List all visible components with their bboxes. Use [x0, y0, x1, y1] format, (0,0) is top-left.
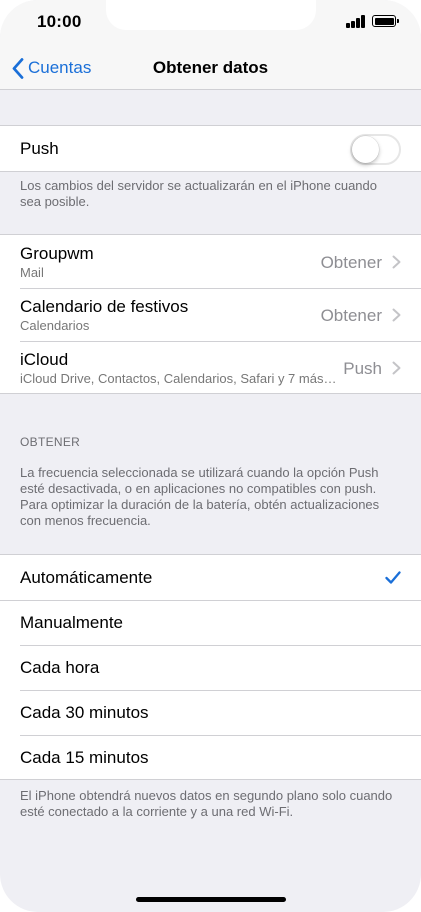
- push-group: Push: [0, 125, 421, 172]
- toggle-knob: [352, 136, 379, 163]
- status-time: 10:00: [37, 12, 82, 31]
- account-row-icloud[interactable]: iCloud iCloud Drive, Contactos, Calendar…: [0, 341, 421, 393]
- home-indicator[interactable]: [136, 897, 286, 902]
- accounts-group: Groupwm Mail Obtener Calendario de festi…: [0, 234, 421, 394]
- fetch-option-cada-hora[interactable]: Cada hora: [0, 645, 421, 690]
- fetch-section-description: La frecuencia seleccionada se utilizará …: [20, 465, 380, 528]
- chevron-right-icon: [392, 308, 401, 322]
- fetch-options-group: Automáticamente Manualmente Cada hora Ca…: [0, 554, 421, 780]
- push-row: Push: [0, 126, 421, 171]
- account-name: Groupwm: [20, 244, 94, 263]
- cellular-signal-icon: [346, 15, 366, 28]
- fetch-option-cada-30-minutos[interactable]: Cada 30 minutos: [0, 690, 421, 735]
- account-type: Mail: [20, 265, 44, 280]
- fetch-section-header: OBTENER: [20, 435, 81, 449]
- checkmark-icon: [385, 571, 401, 584]
- account-fetch-value: Obtener: [320, 306, 382, 325]
- notch: [106, 0, 316, 30]
- account-name: iCloud: [20, 350, 69, 369]
- chevron-right-icon: [392, 361, 401, 375]
- account-type: Calendarios: [20, 318, 90, 333]
- bottom-footnote: El iPhone obtendrá nuevos datos en segun…: [20, 788, 393, 819]
- fetch-option-manualmente[interactable]: Manualmente: [0, 600, 421, 645]
- fetch-option-automaticamente[interactable]: Automáticamente: [0, 555, 421, 600]
- push-label: Push: [20, 139, 59, 158]
- account-fetch-value: Obtener: [320, 253, 382, 272]
- chevron-right-icon: [392, 255, 401, 269]
- page-title: Obtener datos: [152, 58, 269, 77]
- phone-screen: 10:00 Cuentas Obtener datos Push Los cam…: [0, 0, 421, 912]
- battery-icon: [372, 15, 399, 27]
- push-toggle[interactable]: [350, 134, 401, 165]
- fetch-option-label: Cada hora: [20, 658, 100, 677]
- account-type: iCloud Drive, Contactos, Calendarios, Sa…: [20, 371, 337, 386]
- account-name: Calendario de festivos: [20, 297, 189, 316]
- status-bar: 10:00: [0, 0, 421, 46]
- push-footnote: Los cambios del servidor se actualizarán…: [20, 178, 377, 209]
- fetch-option-label: Automáticamente: [20, 568, 153, 587]
- navigation-bar: Cuentas Obtener datos: [0, 46, 421, 90]
- fetch-option-cada-15-minutos[interactable]: Cada 15 minutos: [0, 735, 421, 779]
- fetch-option-label: Cada 15 minutos: [20, 748, 149, 767]
- account-row-groupwm[interactable]: Groupwm Mail Obtener: [0, 235, 421, 288]
- account-fetch-value: Push: [341, 359, 382, 379]
- fetch-option-label: Cada 30 minutos: [20, 703, 149, 722]
- account-row-calendario-de-festivos[interactable]: Calendario de festivos Calendarios Obten…: [0, 288, 421, 341]
- fetch-option-label: Manualmente: [20, 613, 124, 632]
